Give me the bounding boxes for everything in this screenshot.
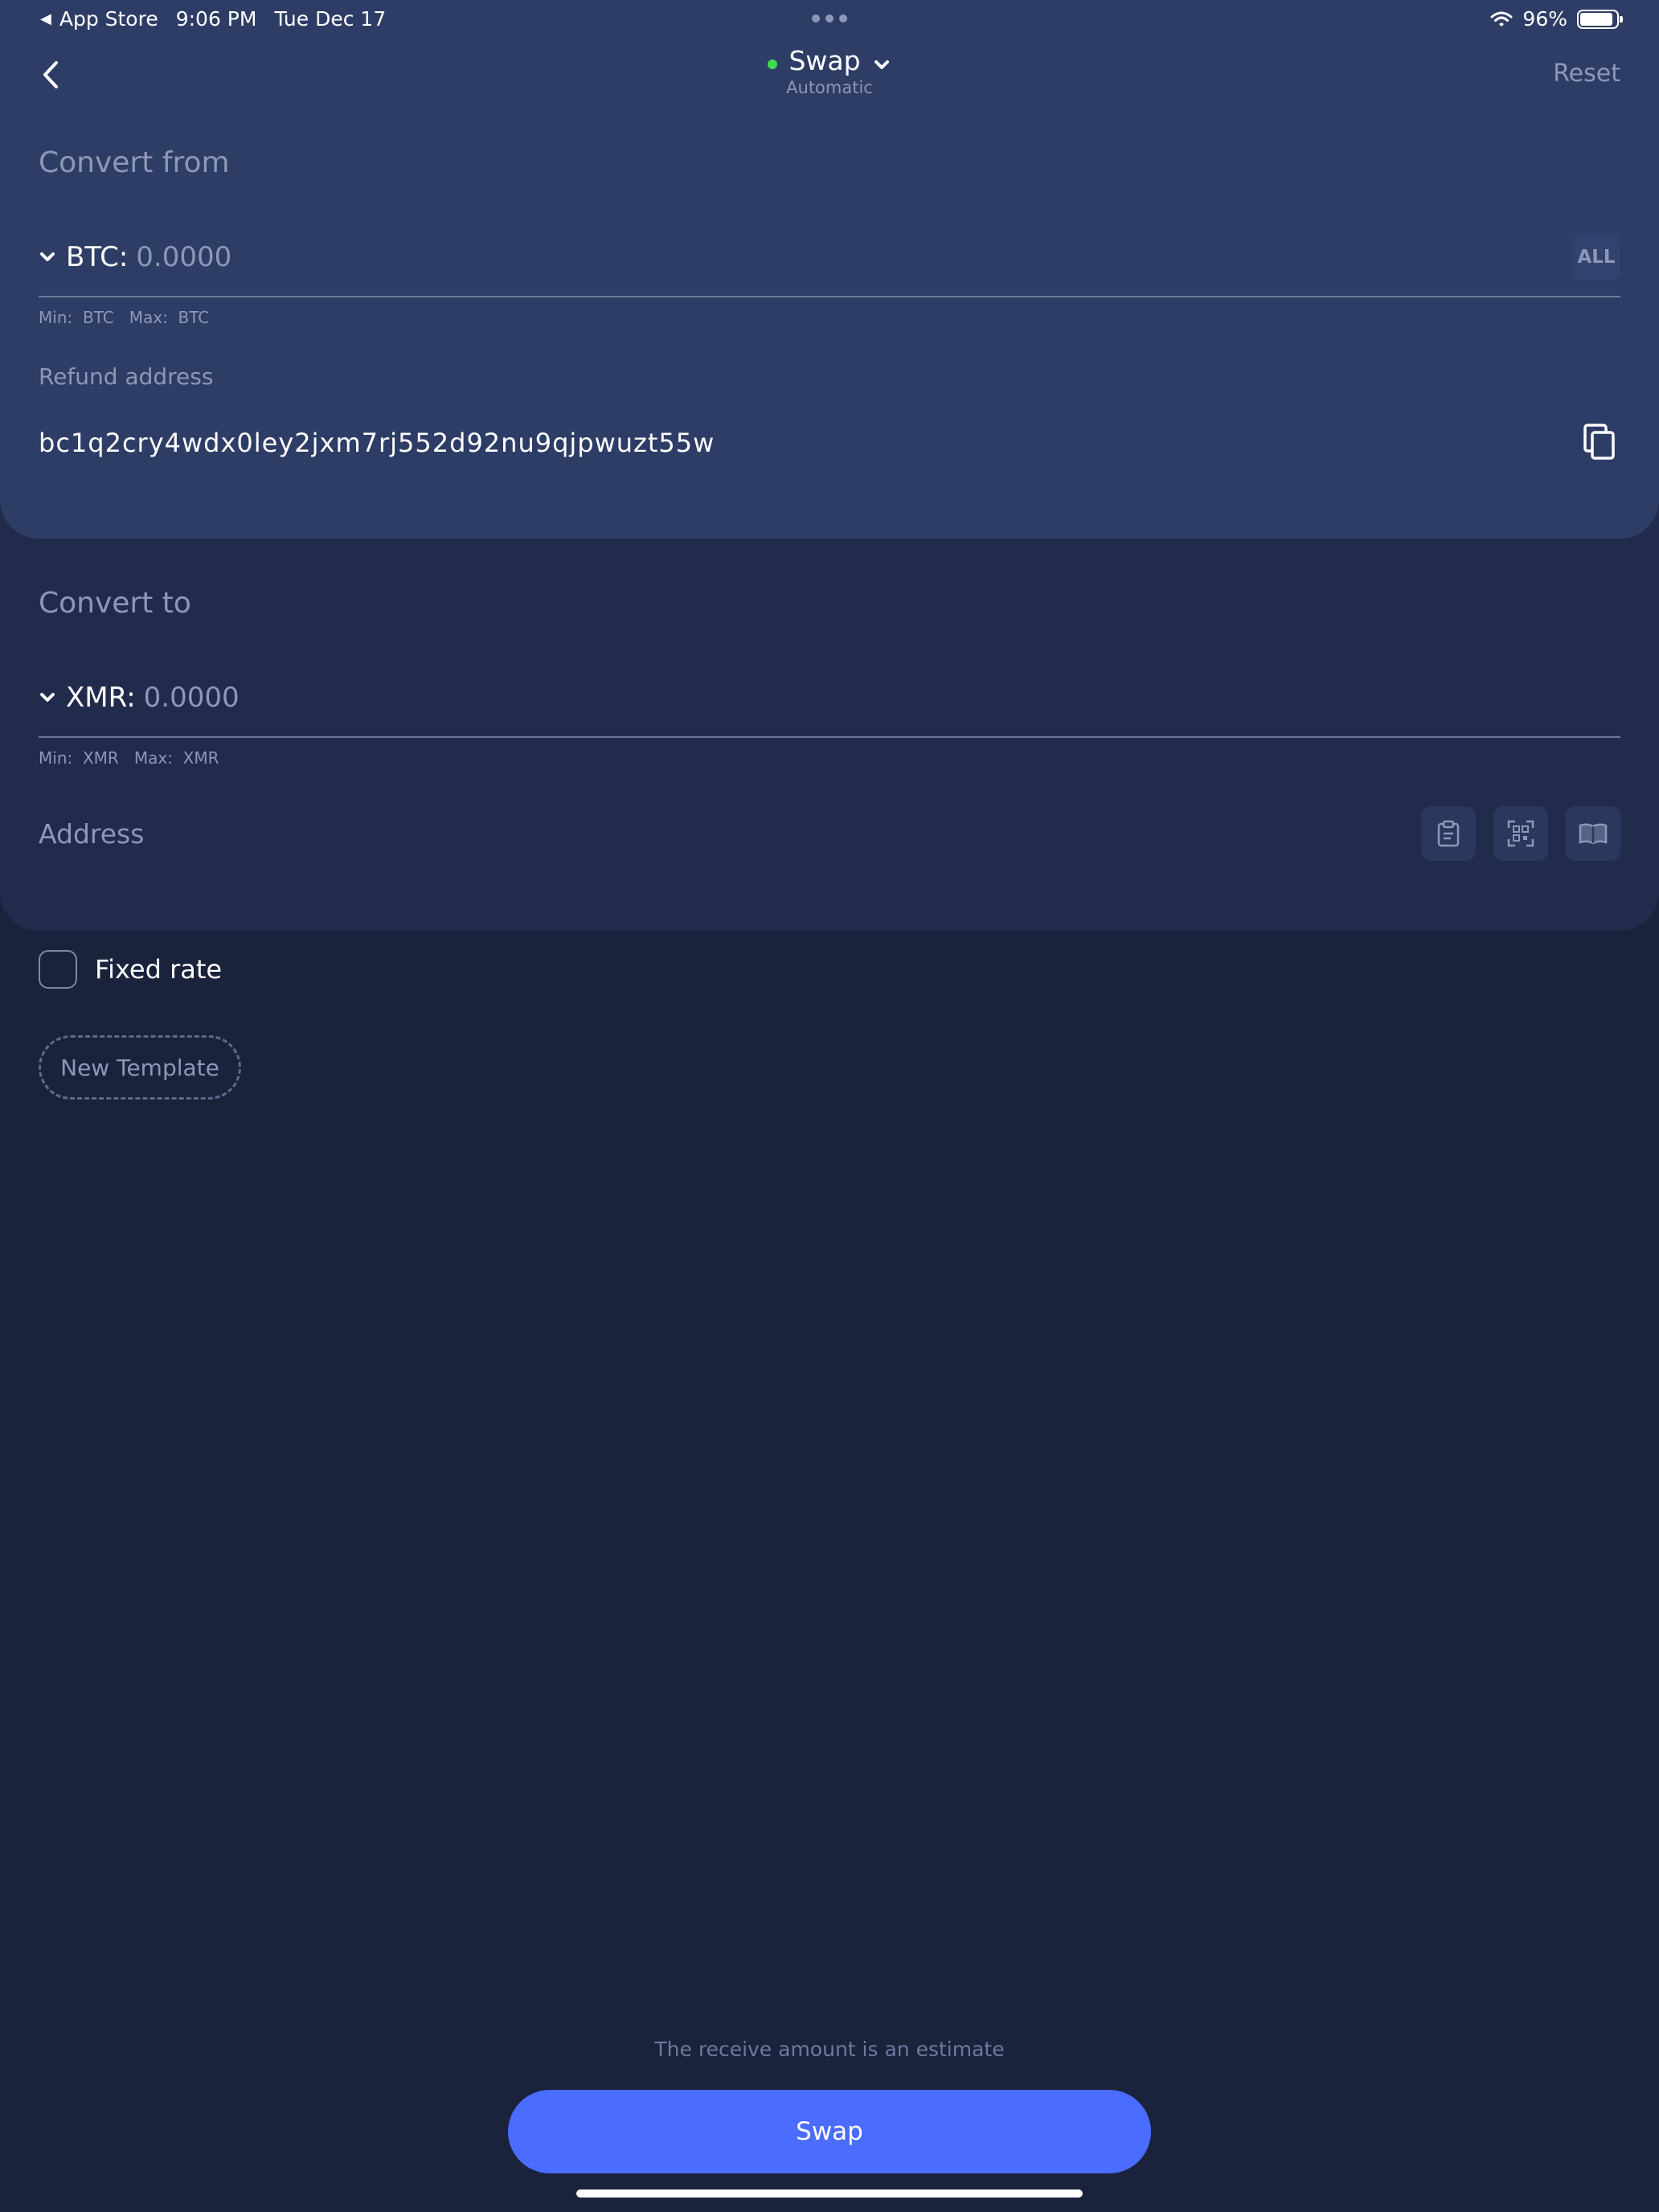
clipboard-icon bbox=[1437, 820, 1460, 847]
refund-address-label: Refund address bbox=[39, 363, 214, 390]
mode-subtitle: Automatic bbox=[786, 78, 873, 97]
chevron-down-icon bbox=[874, 59, 889, 69]
paste-button[interactable] bbox=[1421, 806, 1476, 861]
from-currency-picker[interactable]: BTC: bbox=[66, 241, 128, 273]
to-amount-row: XMR: 0.0000 bbox=[39, 674, 1620, 722]
online-status-dot bbox=[768, 59, 778, 69]
convert-from-title: Convert from bbox=[39, 146, 230, 179]
status-time: 9:06 PM bbox=[175, 7, 257, 31]
status-bar: ◀ App Store 9:06 PM Tue Dec 17 96% bbox=[0, 0, 1659, 39]
from-limits: Min: BTC Max: BTC bbox=[39, 308, 210, 327]
swap-screen: ◀ App Store 9:06 PM Tue Dec 17 96% Swap … bbox=[0, 0, 1659, 2212]
estimate-note: The receive amount is an estimate bbox=[654, 2038, 1005, 2061]
new-template-button[interactable]: New Template bbox=[39, 1035, 241, 1100]
to-amount-input[interactable]: 0.0000 bbox=[144, 682, 240, 714]
from-currency-chevron-icon[interactable] bbox=[39, 248, 56, 266]
swap-button[interactable]: Swap bbox=[508, 2090, 1151, 2173]
address-book-button[interactable] bbox=[1566, 806, 1620, 861]
wifi-icon bbox=[1490, 11, 1513, 27]
all-button[interactable]: ALL bbox=[1572, 235, 1620, 280]
to-limits: Min: XMR Max: XMR bbox=[39, 748, 219, 768]
convert-to-title: Convert to bbox=[39, 587, 191, 620]
home-indicator[interactable] bbox=[576, 2189, 1083, 2198]
refund-address-value[interactable]: bc1q2cry4wdx0ley2jxm7rj552d92nu9qjpwuzt5… bbox=[39, 428, 715, 458]
scan-qr-button[interactable] bbox=[1493, 806, 1548, 861]
to-currency-picker[interactable]: XMR: bbox=[66, 682, 136, 714]
multitasking-dots-icon[interactable] bbox=[812, 14, 847, 23]
reset-button[interactable]: Reset bbox=[1553, 59, 1620, 88]
from-amount-underline bbox=[39, 296, 1620, 297]
copy-icon[interactable] bbox=[1582, 422, 1617, 462]
fixed-rate-label: Fixed rate bbox=[95, 954, 223, 985]
back-app-label[interactable]: App Store bbox=[59, 7, 158, 31]
qr-scan-icon bbox=[1507, 820, 1534, 847]
from-amount-input[interactable]: 0.0000 bbox=[136, 241, 231, 273]
nav-bar: Swap Automatic Reset bbox=[0, 39, 1659, 119]
swap-mode-selector[interactable]: Swap bbox=[768, 45, 891, 76]
to-amount-underline bbox=[39, 736, 1620, 738]
fixed-rate-toggle[interactable]: Fixed rate bbox=[39, 950, 222, 989]
battery-percent: 96% bbox=[1522, 7, 1567, 31]
back-to-app-icon[interactable]: ◀ bbox=[40, 10, 51, 27]
address-field[interactable]: Address bbox=[39, 818, 144, 850]
page-title: Swap bbox=[789, 45, 861, 76]
from-amount-row: BTC: 0.0000 bbox=[39, 233, 1620, 281]
address-book-icon bbox=[1579, 823, 1608, 845]
to-currency-chevron-icon[interactable] bbox=[39, 689, 56, 707]
status-date: Tue Dec 17 bbox=[274, 7, 387, 31]
battery-icon bbox=[1577, 9, 1623, 29]
fixed-rate-checkbox[interactable] bbox=[39, 950, 77, 989]
